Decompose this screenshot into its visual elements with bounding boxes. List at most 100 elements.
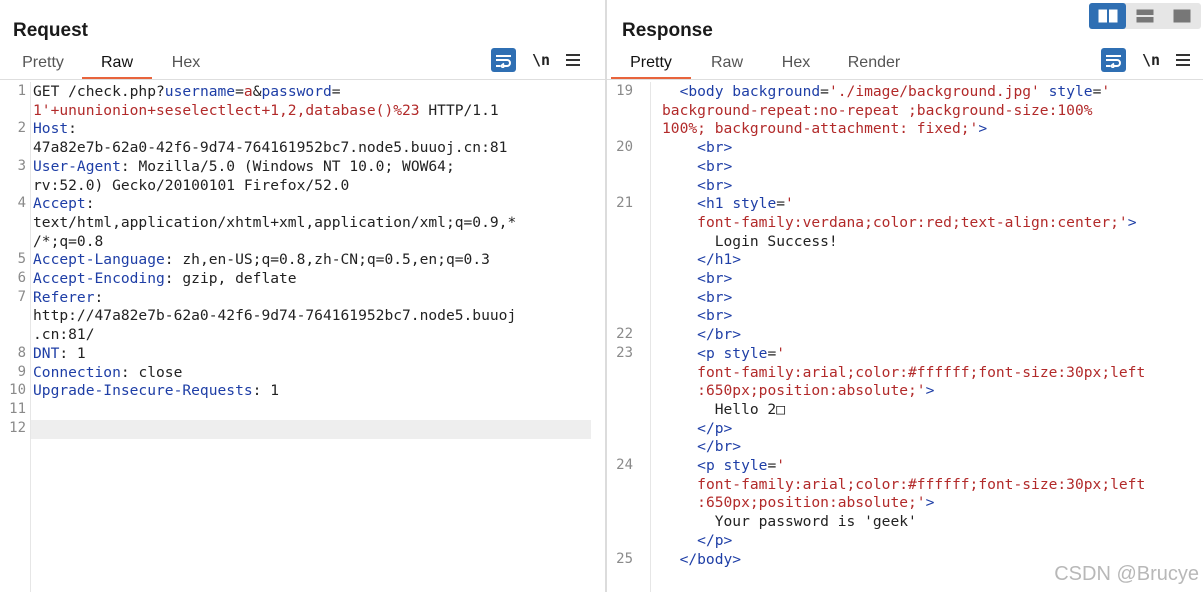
- code-text: <p style=': [662, 456, 785, 475]
- code-line: 1 GET /check.php?username=a&password=: [0, 82, 605, 101]
- response-tab-render[interactable]: Render: [829, 52, 919, 79]
- code-line: <br>: [607, 288, 1203, 307]
- code-line: 19 <body background='./image/background.…: [607, 82, 1203, 101]
- code-line: :650px;position:absolute;'>: [607, 381, 1203, 400]
- code-text: font-family:verdana;color:red;text-align…: [662, 213, 1136, 232]
- code-token: </p>: [697, 531, 733, 549]
- code-text: DNT: 1: [33, 344, 86, 363]
- code-token: : close: [120, 363, 183, 381]
- code-line: 8 DNT: 1: [0, 344, 605, 363]
- request-tab-hex[interactable]: Hex: [152, 52, 220, 79]
- response-tab-pretty[interactable]: Pretty: [611, 52, 691, 79]
- line-number: 1: [17, 83, 26, 99]
- code-line: background-repeat:no-repeat ;background-…: [607, 101, 1203, 120]
- code-line: 2 Host:: [0, 119, 605, 138]
- code-text: <br>: [662, 138, 732, 157]
- code-token: </br>: [697, 326, 742, 344]
- code-text: </p>: [662, 531, 732, 550]
- response-tab-raw[interactable]: Raw: [691, 52, 763, 79]
- code-token: Connection: [33, 363, 121, 381]
- code-token: <p: [697, 344, 724, 362]
- code-token: : zh,en-US;q=0.8,zh-CN;q=0.5,en;q=0.3: [164, 251, 490, 269]
- code-token: font-family:arial;color:#ffffff;font-siz…: [697, 363, 1146, 381]
- code-token: Accept-Encoding: [33, 270, 165, 287]
- code-token: style: [723, 457, 768, 474]
- code-token: : Mozilla/5.0 (Windows NT 10.0; WOW64;: [120, 157, 455, 175]
- line-number: 12: [9, 419, 26, 436]
- show-newlines-button[interactable]: \n: [1140, 51, 1162, 69]
- code-token: background-repeat:no-repeat ;background-…: [662, 101, 1093, 119]
- line-number: 5: [17, 251, 26, 268]
- code-text: text/html,application/xhtml+xml,applicat…: [33, 213, 516, 232]
- code-text: rv:52.0) Gecko/20100101 Firefox/52.0: [33, 176, 349, 195]
- show-newlines-button[interactable]: \n: [530, 51, 552, 69]
- line-number: 23: [616, 344, 633, 361]
- response-editor[interactable]: 19 <body background='./image/background.…: [607, 82, 1203, 592]
- code-token: Accept-Language: [33, 251, 165, 269]
- code-line: </br>: [607, 437, 1203, 456]
- code-token: </body>: [679, 550, 742, 568]
- code-token: =: [331, 83, 341, 100]
- code-line: font-family:verdana;color:red;text-align…: [607, 213, 1203, 232]
- word-wrap-button[interactable]: [491, 48, 516, 72]
- word-wrap-button[interactable]: [1101, 48, 1126, 72]
- code-line: Hello 2□: [607, 400, 1203, 419]
- code-token: >: [925, 382, 935, 400]
- line-number: 7: [17, 288, 26, 305]
- code-token: /*;q=0.8: [33, 232, 104, 250]
- code-text: background-repeat:no-repeat ;background-…: [662, 101, 1093, 120]
- response-title: Response: [622, 20, 713, 41]
- line-number: 21: [616, 195, 633, 212]
- code-text: </h1>: [662, 250, 741, 269]
- code-line: </p>: [607, 531, 1203, 550]
- single-pane-icon: [1173, 9, 1190, 23]
- split-vertical-icon: [1136, 9, 1153, 23]
- code-text: <br>: [662, 269, 732, 288]
- line-number: 11: [9, 400, 26, 417]
- code-token: <p: [697, 457, 724, 474]
- split-horizontal-button[interactable]: [1089, 3, 1126, 29]
- request-title: Request: [13, 20, 88, 41]
- request-tab-raw[interactable]: Raw: [82, 52, 152, 79]
- request-editor[interactable]: 1 GET /check.php?username=a&password= 1'+u…: [0, 82, 605, 592]
- request-tab-pretty[interactable]: Pretty: [4, 52, 82, 79]
- code-token: style: [732, 195, 777, 213]
- code-line: 12: [0, 419, 605, 438]
- code-token: <br>: [697, 270, 733, 287]
- split-vertical-button[interactable]: [1126, 3, 1163, 29]
- watermark: CSDN @Brucye: [1054, 563, 1199, 585]
- code-text: Accept-Language: zh,en-US;q=0.8,zh-CN;q=…: [33, 250, 490, 269]
- line-number: 2: [17, 120, 26, 137]
- code-text: Upgrade-Insecure-Requests: 1: [33, 381, 279, 400]
- code-token: password: [261, 83, 332, 100]
- code-line: 20 <br>: [607, 138, 1203, 157]
- code-token: :: [85, 195, 95, 213]
- code-line: :650px;position:absolute;'>: [607, 493, 1203, 512]
- line-number: 22: [616, 326, 633, 343]
- response-tab-divider: [607, 79, 1203, 80]
- code-line: text/html,application/xhtml+xml,applicat…: [0, 213, 605, 232]
- code-text: font-family:arial;color:#ffffff;font-siz…: [662, 475, 1145, 494]
- line-number: 4: [17, 195, 26, 212]
- menu-icon[interactable]: [1176, 54, 1190, 66]
- menu-icon[interactable]: [566, 54, 580, 66]
- line-number: 3: [17, 157, 26, 174]
- code-line: Login Success!: [607, 232, 1203, 251]
- code-text: </body>: [662, 550, 742, 569]
- code-text: Host:: [33, 119, 77, 138]
- code-text: User-Agent: Mozilla/5.0 (Windows NT 10.0…: [33, 157, 455, 176]
- code-token: :: [94, 288, 104, 306]
- response-tab-hex[interactable]: Hex: [763, 52, 829, 79]
- single-pane-button[interactable]: [1163, 3, 1200, 29]
- code-token: username: [164, 83, 236, 100]
- code-token: <h1: [697, 195, 733, 213]
